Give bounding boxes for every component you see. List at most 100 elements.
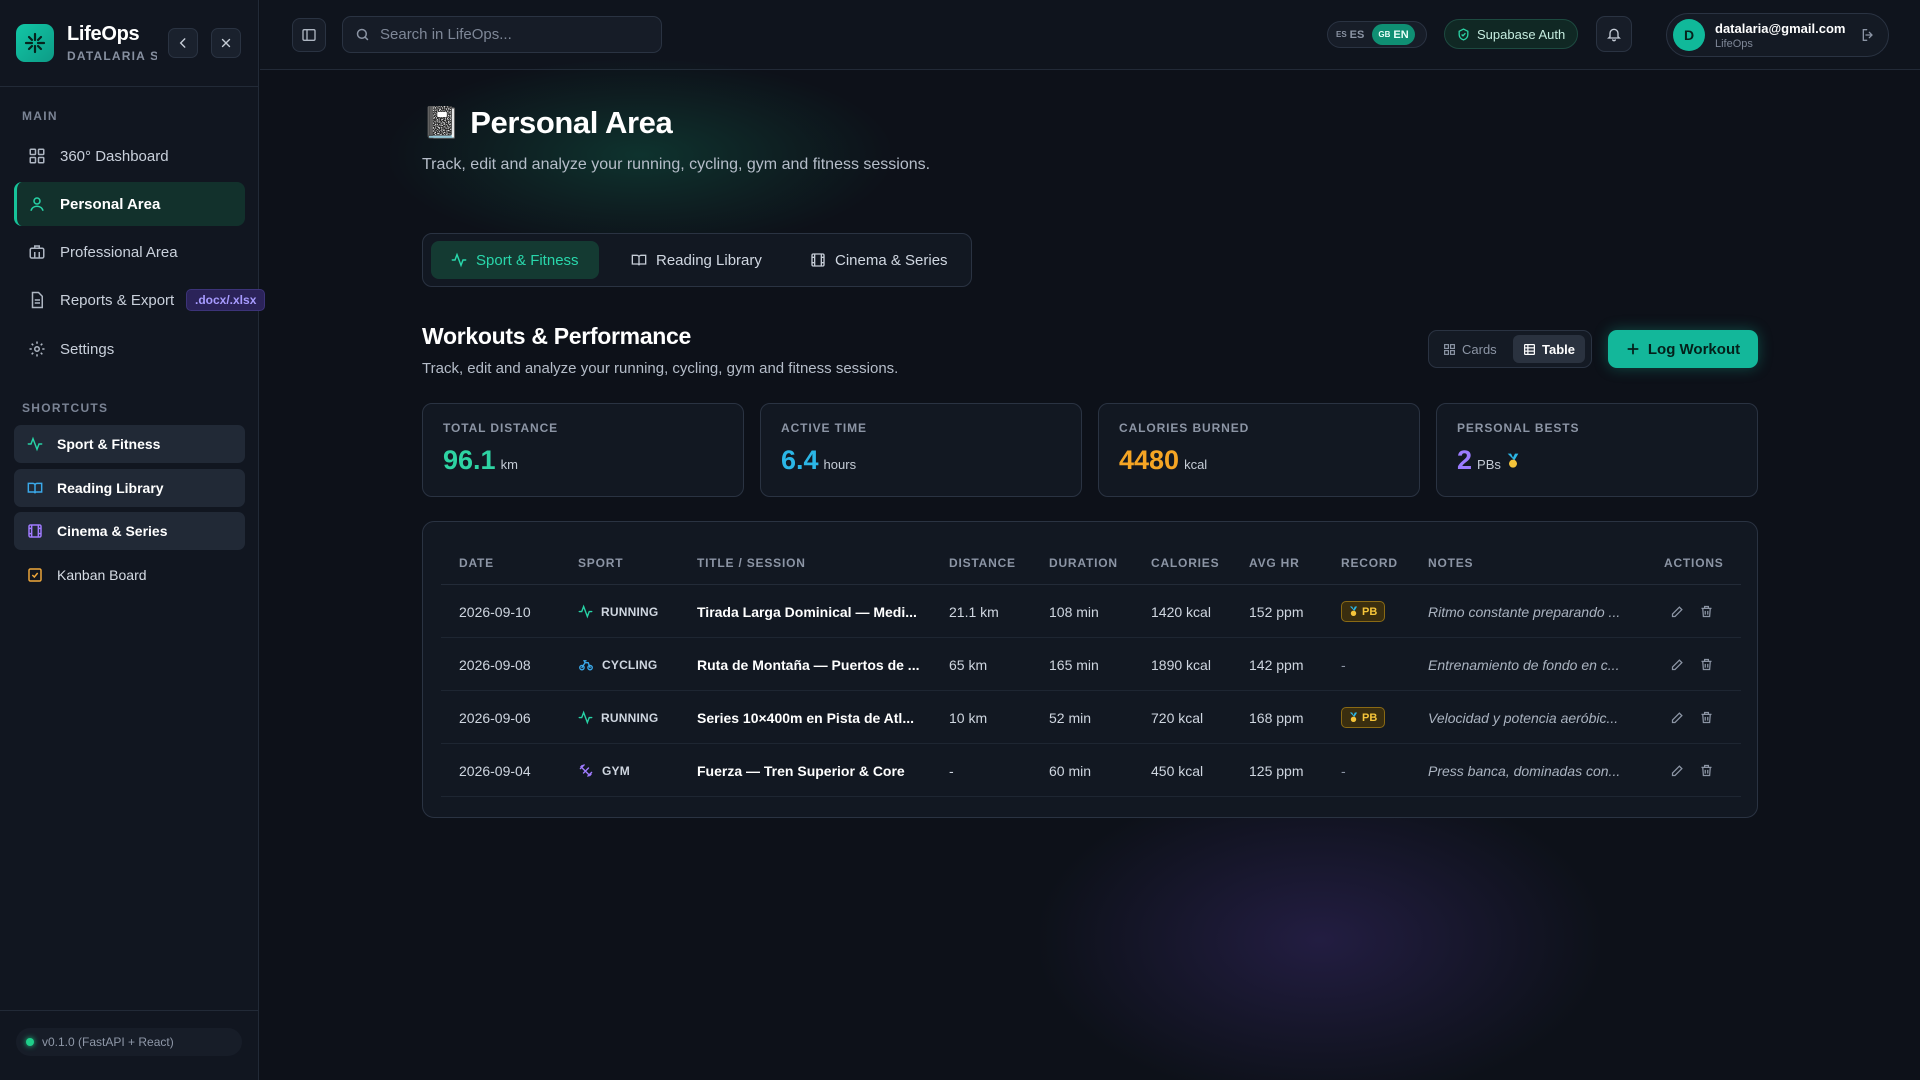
table-row[interactable]: 2026-09-08 CYCLING Ruta de Montaña — Pue…: [441, 638, 1741, 691]
trash-icon[interactable]: [1699, 710, 1714, 725]
column-header-sport[interactable]: SPORT: [578, 556, 623, 570]
tab-sport-fitness[interactable]: Sport & Fitness: [431, 241, 599, 279]
stat-calories-burned: CALORIES BURNED 4480 kcal: [1098, 403, 1420, 497]
tab-label: Reading Library: [656, 251, 762, 269]
cell-title: Tirada Larga Dominical — Medi...: [697, 603, 917, 620]
shortcut-cinema-series[interactable]: Cinema & Series: [14, 512, 245, 550]
column-header-avg-hr[interactable]: AVG HR: [1249, 556, 1300, 570]
book-icon: [27, 482, 43, 494]
shortcut-reading-library[interactable]: Reading Library: [14, 469, 245, 507]
view-table-button[interactable]: Table: [1513, 335, 1585, 363]
column-header-record[interactable]: RECORD: [1341, 556, 1398, 570]
section-subtitle: Track, edit and analyze your running, cy…: [422, 360, 899, 377]
stat-label: CALORIES BURNED: [1119, 421, 1250, 435]
column-header-date[interactable]: DATE: [459, 556, 494, 570]
flag-es-icon: ES: [1336, 30, 1347, 39]
app-logo[interactable]: [16, 24, 54, 62]
shortcut-label: Kanban Board: [57, 567, 147, 583]
sparkle-logo-icon: [24, 32, 46, 54]
user-menu[interactable]: D datalaria@gmail.com LifeOps: [1666, 13, 1889, 57]
export-format-badge: .docx/.xlsx: [186, 289, 266, 311]
lang-es-option[interactable]: ES ES: [1330, 24, 1370, 45]
search-input[interactable]: [380, 26, 650, 43]
table-row[interactable]: 2026-09-06 RUNNING Series 10×400m en Pis…: [441, 691, 1741, 744]
trash-icon[interactable]: [1699, 604, 1714, 619]
sport-label: RUNNING: [601, 604, 659, 619]
cell-duration: 60 min: [1049, 762, 1092, 779]
column-header-duration[interactable]: DURATION: [1049, 556, 1118, 570]
tab-reading-library[interactable]: Reading Library: [611, 241, 782, 279]
edit-icon[interactable]: [1670, 763, 1685, 778]
activity-icon: [451, 252, 467, 268]
sidebar-item-label: Settings: [60, 340, 115, 358]
pb-badge: PB: [1341, 707, 1386, 728]
sidebar-item-settings[interactable]: Settings: [14, 327, 245, 371]
auth-status-badge[interactable]: Supabase Auth: [1444, 19, 1579, 49]
cell-record: -: [1341, 762, 1346, 779]
tab-cinema-series[interactable]: Cinema & Series: [790, 241, 968, 279]
logout-icon: [1862, 29, 1873, 41]
log-workout-label: Log Workout: [1647, 340, 1741, 358]
film-icon: [28, 524, 42, 538]
cell-distance: 10 km: [949, 709, 988, 726]
cell-actions: [1670, 638, 1714, 691]
column-header-calories[interactable]: CALORIES: [1151, 556, 1219, 570]
notifications-button[interactable]: [1596, 16, 1632, 52]
tab-label: Sport & Fitness: [476, 251, 579, 269]
stat-unit: PBs: [1477, 457, 1501, 472]
sport-label: CYCLING: [602, 657, 658, 672]
edit-icon[interactable]: [1670, 657, 1685, 672]
cell-calories: 720 kcal: [1151, 709, 1204, 726]
table-row[interactable]: 2026-09-10 RUNNING Tirada Larga Dominica…: [441, 585, 1741, 638]
table-row[interactable]: 2026-09-04 GYM Fuerza — Tren Superior & …: [441, 744, 1741, 797]
logout-button[interactable]: [1860, 27, 1876, 43]
trash-icon[interactable]: [1699, 657, 1714, 672]
bell-icon: [1607, 28, 1621, 42]
sidebar-item-personal-area[interactable]: Personal Area: [14, 182, 245, 226]
film-icon: [811, 253, 825, 267]
lang-en-option[interactable]: GB EN: [1372, 24, 1415, 45]
edit-icon[interactable]: [1670, 604, 1685, 619]
trash-icon[interactable]: [1699, 763, 1714, 778]
cell-sport: RUNNING: [578, 691, 658, 744]
sidebar-item-dashboard[interactable]: 360° Dashboard: [14, 134, 245, 178]
stat-personal-bests: PERSONAL BESTS 2 PBs: [1436, 403, 1758, 497]
log-workout-button[interactable]: Log Workout: [1608, 330, 1758, 368]
user-email: datalaria@gmail.com: [1715, 20, 1846, 36]
shortcut-kanban-board[interactable]: Kanban Board: [14, 556, 245, 594]
search-box[interactable]: [342, 16, 662, 53]
sidebar: LifeOps DATALARIA S1 MAIN 360° Dashboard…: [0, 0, 266, 1080]
toggle-sidebar-button[interactable]: [292, 18, 326, 52]
edit-icon[interactable]: [1670, 710, 1685, 725]
cell-notes: Velocidad y potencia aeróbic...: [1428, 709, 1619, 726]
cell-actions: [1670, 691, 1714, 744]
dumbbell-icon: [579, 764, 593, 777]
shortcut-sport-fitness[interactable]: Sport & Fitness: [14, 425, 245, 463]
column-header-title[interactable]: TITLE / SESSION: [697, 556, 806, 570]
sidebar-item-professional-area[interactable]: Professional Area: [14, 230, 245, 274]
collapse-sidebar-button[interactable]: [168, 28, 198, 58]
shield-check-icon: [1458, 27, 1469, 41]
section-title: Workouts & Performance: [422, 323, 692, 349]
language-switch: ES ES GB EN: [1327, 21, 1427, 48]
stat-label: PERSONAL BESTS: [1457, 421, 1580, 435]
column-header-distance[interactable]: DISTANCE: [949, 556, 1016, 570]
stat-value: 4480 kcal: [1119, 445, 1399, 476]
view-cards-button[interactable]: Cards: [1433, 335, 1507, 363]
main-section-label: MAIN: [22, 109, 58, 123]
page-title-text: Personal Area: [470, 104, 673, 140]
sidebar-item-reports-export[interactable]: Reports & Export .docx/.xlsx: [14, 278, 266, 322]
sidebar-header: LifeOps DATALARIA S1: [0, 0, 258, 87]
auth-label: Supabase Auth: [1477, 26, 1566, 42]
cell-title: Fuerza — Tren Superior & Core: [697, 762, 905, 779]
cell-date: 2026-09-08: [459, 656, 531, 673]
column-header-notes[interactable]: NOTES: [1428, 556, 1473, 570]
stat-label: TOTAL DISTANCE: [443, 421, 559, 435]
brand: LifeOps DATALARIA S1: [67, 23, 157, 63]
flag-gb-icon: GB: [1378, 30, 1391, 39]
close-sidebar-button[interactable]: [211, 28, 241, 58]
avatar: D: [1673, 19, 1705, 51]
background-glow-green: [390, 60, 890, 250]
search-icon: [356, 28, 369, 41]
cell-duration: 165 min: [1049, 656, 1099, 673]
